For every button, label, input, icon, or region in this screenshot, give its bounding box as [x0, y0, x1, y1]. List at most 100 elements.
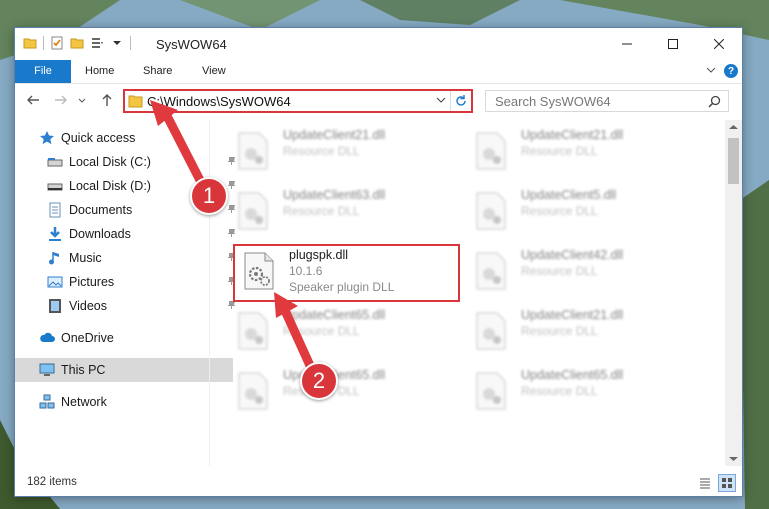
file-name: UpdateClient5.dll: [521, 188, 617, 202]
file-name: UpdateClient65.dll: [521, 368, 624, 382]
file-tile[interactable]: UpdateClient65.dll Resource DLL: [231, 302, 461, 358]
sidebar-item-pictures[interactable]: Pictures: [15, 270, 241, 294]
dll-file-icon: [476, 372, 506, 410]
maximize-icon: [668, 39, 678, 49]
sidebar-item-label: Videos: [69, 299, 107, 313]
properties-icon[interactable]: [50, 36, 64, 50]
file-tile[interactable]: UpdateClient63.dll Resource DLL: [231, 182, 461, 238]
details-view-button[interactable]: [696, 474, 714, 492]
file-description: Resource DLL: [521, 324, 598, 338]
maximize-button[interactable]: [650, 28, 696, 60]
dll-file-icon: [238, 372, 268, 410]
expand-ribbon-icon[interactable]: [706, 67, 716, 75]
ribbon: File Home Share View ?: [15, 60, 742, 84]
search-box[interactable]: Search SysWOW64: [485, 90, 729, 112]
sidebar-item-label: Music: [69, 251, 102, 265]
dll-file-icon: [476, 252, 506, 290]
network-icon: [39, 394, 55, 409]
dll-file-icon: [476, 312, 506, 350]
dll-file-icon: [238, 192, 268, 230]
sidebar-item-downloads[interactable]: Downloads: [15, 222, 241, 246]
recent-locations-icon[interactable]: [77, 92, 87, 108]
tab-file[interactable]: File: [15, 60, 71, 83]
tab-share[interactable]: Share: [143, 60, 172, 83]
refresh-icon[interactable]: [454, 94, 468, 108]
pictures-icon: [47, 276, 63, 288]
quick-access-toolbar: [23, 36, 131, 50]
address-bar[interactable]: C:\Windows\SysWOW64: [123, 89, 473, 113]
forward-arrow-icon[interactable]: [53, 92, 69, 108]
window-title: SysWOW64: [156, 37, 227, 52]
file-tile[interactable]: UpdateClient21.dll Resource DLL: [469, 302, 699, 358]
sidebar-item-local-disk-c[interactable]: Local Disk (C:): [15, 150, 241, 174]
sidebar-item-label: Downloads: [69, 227, 131, 241]
close-icon: [714, 39, 724, 49]
file-tile[interactable]: UpdateClient65.dll Resource DLL: [469, 362, 699, 418]
folder-icon: [23, 38, 37, 49]
sidebar-item-music[interactable]: Music: [15, 246, 241, 270]
minimize-icon: [622, 43, 632, 45]
file-tile[interactable]: UpdateClient65.dll Resource DLL: [231, 362, 461, 418]
drive-icon: [47, 158, 63, 167]
search-icon[interactable]: [708, 95, 721, 108]
drive-icon: [47, 183, 63, 191]
file-description: Resource DLL: [521, 204, 598, 218]
documents-icon: [49, 202, 61, 218]
file-description: Resource DLL: [283, 204, 360, 218]
file-tile[interactable]: UpdateClient21.dll Resource DLL: [231, 122, 461, 178]
file-name: UpdateClient21.dll: [521, 308, 624, 322]
tab-view[interactable]: View: [202, 60, 226, 83]
sidebar-item-this-pc[interactable]: This PC: [15, 358, 233, 382]
sidebar-item-label: Documents: [69, 203, 133, 217]
dll-file-icon: [476, 132, 506, 170]
sidebar-item-label: Local Disk (D:): [69, 179, 151, 193]
dll-file-icon: [238, 312, 268, 350]
close-button[interactable]: [696, 28, 742, 60]
folder-icon: [128, 95, 143, 108]
scroll-up-icon[interactable]: [729, 124, 738, 130]
separator: [43, 36, 44, 50]
back-arrow-icon[interactable]: [25, 92, 41, 108]
file-tile[interactable]: UpdateClient21.dll Resource DLL: [469, 122, 699, 178]
scrollbar-thumb[interactable]: [728, 138, 739, 184]
tab-home[interactable]: Home: [85, 60, 114, 83]
chevron-down-icon[interactable]: [436, 97, 446, 105]
search-input[interactable]: Search SysWOW64: [495, 94, 611, 109]
file-name: UpdateClient21.dll: [283, 128, 386, 142]
customize-toolbar-icon[interactable]: [90, 36, 104, 50]
file-tile[interactable]: UpdateClient5.dll Resource DLL: [469, 182, 699, 238]
file-highlight-box: [233, 244, 460, 302]
sidebar-item-label: This PC: [61, 363, 106, 377]
star-icon: [40, 131, 54, 145]
tiles-view-button[interactable]: [718, 474, 736, 492]
title-bar: SysWOW64: [15, 28, 742, 60]
scroll-down-icon[interactable]: [729, 456, 738, 462]
file-name: UpdateClient65.dll: [283, 308, 386, 322]
sidebar-item-onedrive[interactable]: OneDrive: [15, 326, 233, 350]
sidebar-item-label: Pictures: [69, 275, 115, 289]
chevron-down-icon[interactable]: [110, 36, 124, 50]
callout-badge-2: 2: [300, 362, 338, 400]
sidebar-item-label: Local Disk (C:): [69, 155, 151, 169]
vertical-scrollbar[interactable]: [725, 120, 742, 466]
new-folder-icon[interactable]: [70, 36, 84, 50]
cloud-icon: [40, 332, 55, 342]
file-description: Resource DLL: [283, 144, 360, 158]
file-description: Resource DLL: [283, 324, 360, 338]
sidebar-item-network[interactable]: Network: [15, 390, 233, 414]
address-path: C:\Windows\SysWOW64: [147, 94, 291, 109]
item-count: 182 items: [27, 476, 77, 488]
sidebar-item-label: Quick access: [61, 131, 136, 145]
separator: [130, 36, 131, 50]
sidebar-item-quick-access[interactable]: Quick access: [15, 126, 233, 150]
up-arrow-icon[interactable]: [99, 92, 115, 108]
callout-badge-1: 1: [190, 177, 228, 215]
file-tile[interactable]: UpdateClient42.dll Resource DLL: [469, 242, 699, 298]
navigation-bar: C:\Windows\SysWOW64 Search SysWOW64: [15, 84, 742, 118]
status-bar: 182 items: [15, 470, 742, 496]
file-name: UpdateClient21.dll: [521, 128, 624, 142]
minimize-button[interactable]: [604, 28, 650, 60]
navigation-pane: Quick access Local Disk (C:) Local Disk …: [15, 120, 235, 466]
help-icon[interactable]: ?: [724, 64, 738, 78]
sidebar-item-videos[interactable]: Videos: [15, 294, 241, 318]
